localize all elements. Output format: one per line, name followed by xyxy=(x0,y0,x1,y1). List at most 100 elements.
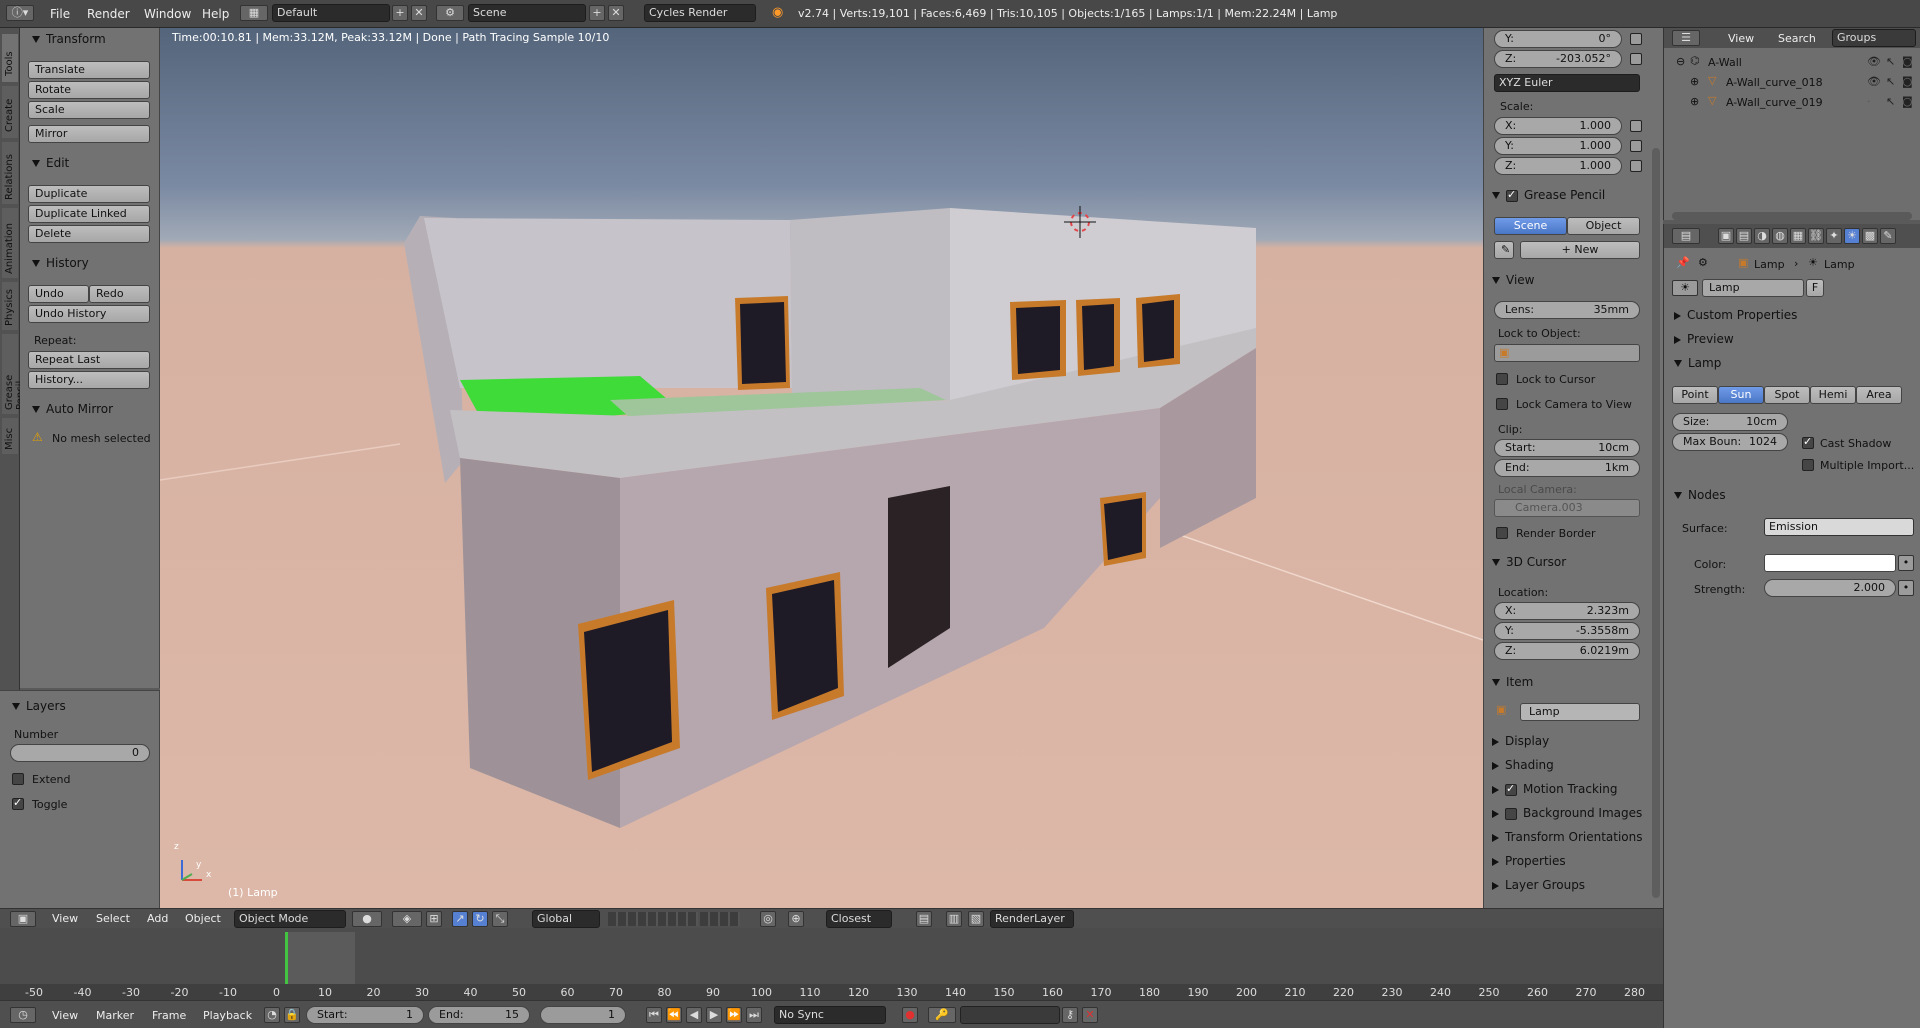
max-bounces-field[interactable]: Max Boun: 1024 xyxy=(1672,433,1788,451)
editor-type-icon[interactable]: ☰ xyxy=(1672,30,1700,46)
outliner-display-mode-select[interactable]: Groups xyxy=(1832,29,1916,47)
lamp-data-tab-icon[interactable]: ☀ xyxy=(1844,228,1860,244)
remove-scene-icon[interactable]: ✕ xyxy=(608,5,624,21)
cursor-z-field[interactable]: Z: 6.0219m xyxy=(1494,642,1640,660)
render-layer-icon[interactable]: ▧ xyxy=(968,911,984,927)
outliner-menu-search[interactable]: Search xyxy=(1778,32,1816,45)
lock-scale-y-icon[interactable] xyxy=(1630,140,1642,152)
nodes-panel-header[interactable]: Nodes xyxy=(1674,488,1726,502)
view-panel-header[interactable]: View xyxy=(1492,273,1534,287)
edit-panel-header[interactable]: Edit xyxy=(32,156,69,170)
proportional-edit-icon[interactable]: ◎ xyxy=(760,911,776,927)
layers-panel-header[interactable]: Layers xyxy=(12,699,66,713)
layer-buttons[interactable] xyxy=(700,912,740,926)
layout-icon[interactable]: ▦ xyxy=(240,5,268,21)
scale-y-field[interactable]: Y: 1.000 xyxy=(1494,137,1622,155)
scene-tab-icon[interactable]: ◑ xyxy=(1754,228,1770,244)
record-icon[interactable]: ● xyxy=(902,1007,918,1023)
current-frame-indicator[interactable] xyxy=(285,932,288,984)
menu-object[interactable]: Object xyxy=(185,912,221,925)
motion-tracking-panel-header[interactable]: Motion Tracking xyxy=(1492,782,1617,796)
transform-panel-header[interactable]: Transform xyxy=(32,32,106,46)
preview-panel-header[interactable]: Preview xyxy=(1674,332,1734,346)
outliner-row[interactable]: ⊖ ⌬ A-Wall 👁 ↖ ◙ xyxy=(1664,54,1920,72)
emission-strength-field[interactable]: 2.000 xyxy=(1764,579,1896,597)
editor-type-icon[interactable]: ◷ xyxy=(10,1007,36,1023)
item-panel-header[interactable]: Item xyxy=(1492,675,1533,689)
pivot-point-icon[interactable]: ◈ xyxy=(392,911,422,927)
duplicate-linked-button[interactable]: Duplicate Linked xyxy=(28,205,150,223)
current-frame-field[interactable]: 1 xyxy=(540,1006,626,1024)
tab-misc[interactable]: Misc xyxy=(2,418,18,454)
delete-keyframe-icon[interactable]: ✕ xyxy=(1082,1007,1098,1023)
select-cursor-icon[interactable]: ↖ xyxy=(1886,75,1895,88)
snap-target-select[interactable]: Closest xyxy=(826,910,892,928)
visibility-eye-icon[interactable]: 👁 xyxy=(1867,55,1881,68)
tab-relations[interactable]: Relations xyxy=(2,142,18,204)
cursor-x-field[interactable]: X: 2.323m xyxy=(1494,602,1640,620)
physics-tab-icon[interactable]: ✎ xyxy=(1880,228,1896,244)
jump-keyframe-back-icon[interactable]: ⏪ xyxy=(666,1007,682,1023)
outliner-menu-view[interactable]: View xyxy=(1728,32,1754,45)
rotation-mode-select[interactable]: XYZ Euler xyxy=(1494,74,1640,92)
render-layers-tab-icon[interactable]: ▤ xyxy=(1736,228,1752,244)
auto-mirror-panel-header[interactable]: Auto Mirror xyxy=(32,402,113,416)
menu-file[interactable]: File xyxy=(50,7,70,21)
tab-animation[interactable]: Animation xyxy=(2,208,18,278)
outliner-row[interactable]: ⊕ ▽ A-Wall_curve_018 👁 ↖ ◙ xyxy=(1664,74,1920,92)
mirror-button[interactable]: Mirror xyxy=(28,125,150,143)
lamp-datablock-icon[interactable]: ☀ xyxy=(1672,280,1698,296)
visibility-eye-icon[interactable]: 👁 xyxy=(1867,75,1881,88)
menu-frame[interactable]: Frame xyxy=(152,1009,186,1022)
scrollbar[interactable] xyxy=(1652,148,1660,898)
tab-create[interactable]: Create xyxy=(2,86,18,138)
remove-layout-icon[interactable]: ✕ xyxy=(411,5,427,21)
lamp-type-sun-button[interactable]: Sun xyxy=(1718,386,1764,404)
transform-orientations-panel-header[interactable]: Transform Orientations xyxy=(1492,830,1643,844)
screen-layout-select[interactable]: Default xyxy=(272,4,390,22)
gp-object-button[interactable]: Object xyxy=(1567,217,1640,235)
datablock-name-field[interactable]: Lamp xyxy=(1702,279,1804,297)
properties-panel-header[interactable]: Properties xyxy=(1492,854,1566,868)
lock-rotation-z-icon[interactable] xyxy=(1630,53,1642,65)
timeline-editor[interactable]: -50 -40 -30 -20 -10 0 10 20 30 40 50 60 70 80 90 100 110… xyxy=(0,928,1663,1000)
lamp-panel-header[interactable]: Lamp xyxy=(1674,356,1721,370)
scene-icon[interactable]: ⚙ xyxy=(436,5,464,21)
toggle-checkbox[interactable] xyxy=(12,796,24,810)
rotate-button[interactable]: Rotate xyxy=(28,81,150,99)
keying-set-field[interactable] xyxy=(960,1006,1060,1024)
opengl-render-icon[interactable]: ▤ xyxy=(916,911,932,927)
visibility-eye-icon[interactable]: · xyxy=(1867,95,1871,108)
editor-type-icon[interactable]: ▣ xyxy=(10,911,36,927)
fake-user-button[interactable]: F xyxy=(1806,279,1824,297)
scale-z-field[interactable]: Z: 1.000 xyxy=(1494,157,1622,175)
render-tab-icon[interactable]: ▣ xyxy=(1718,228,1734,244)
tab-tools[interactable]: Tools xyxy=(2,34,18,82)
play-icon[interactable]: ▶ xyxy=(706,1007,722,1023)
interaction-mode-select[interactable]: Object Mode xyxy=(234,910,346,928)
layer-groups-panel-header[interactable]: Layer Groups xyxy=(1492,878,1585,892)
keying-set-icon[interactable]: 🔑 xyxy=(928,1007,956,1023)
menu-render[interactable]: Render xyxy=(87,7,130,21)
layer-number-field[interactable]: 0 xyxy=(10,744,150,762)
render-animation-icon[interactable]: ▥ xyxy=(946,911,962,927)
repeat-last-button[interactable]: Repeat Last xyxy=(28,351,150,369)
menu-playback[interactable]: Playback xyxy=(203,1009,252,1022)
surface-shader-select[interactable]: Emission xyxy=(1764,518,1914,536)
extend-checkbox[interactable] xyxy=(12,773,24,785)
jump-keyframe-forward-icon[interactable]: ⏩ xyxy=(726,1007,742,1023)
emission-color-swatch[interactable] xyxy=(1764,554,1896,572)
shading-panel-header[interactable]: Shading xyxy=(1492,758,1554,772)
lock-camera-to-view-checkbox[interactable] xyxy=(1496,398,1508,410)
lamp-type-spot-button[interactable]: Spot xyxy=(1764,386,1810,404)
constraints-tab-icon[interactable]: ⛓ xyxy=(1808,228,1824,244)
history-panel-header[interactable]: History xyxy=(32,256,89,270)
jump-end-icon[interactable]: ⏭ xyxy=(746,1007,762,1023)
lamp-type-area-button[interactable]: Area xyxy=(1856,386,1902,404)
select-cursor-icon[interactable]: ↖ xyxy=(1886,55,1895,68)
jump-start-icon[interactable]: ⏮ xyxy=(646,1007,662,1023)
color-input-icon[interactable]: • xyxy=(1898,555,1914,571)
tab-physics[interactable]: Physics xyxy=(2,282,18,330)
scene-select[interactable]: Scene xyxy=(468,4,586,22)
lamp-size-field[interactable]: Size: 10cm xyxy=(1672,413,1788,431)
